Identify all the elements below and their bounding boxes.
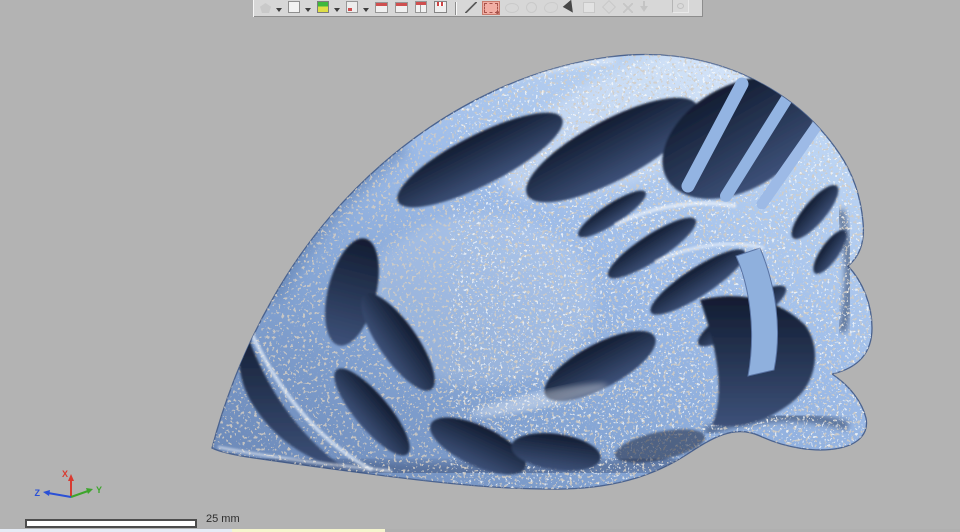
pages-tool-glyph [415,1,427,13]
clear-selection-tool-glyph [623,3,633,13]
ellipse-select-tool-icon[interactable] [503,1,521,15]
align-back-tool-glyph [395,2,408,13]
line-select-tool-glyph [465,2,477,13]
visibility-tool-icon[interactable] [670,0,691,15]
expand-selection-tool-icon[interactable] [638,0,651,15]
axis-z: Z [35,488,72,498]
shaded-box-tool-dropdown[interactable] [334,8,340,12]
circle-select-tool-glyph [526,2,537,13]
align-back-tool-icon[interactable] [393,0,410,15]
expand-selection-tool-glyph [640,1,649,13]
toolbar-separator [455,2,457,15]
axis-y-label: Y [96,485,102,495]
circle-select-tool-icon[interactable] [524,0,539,15]
3d-viewport[interactable]: X Y Z 25 mm [0,0,960,532]
axis-y: Y [70,485,102,498]
scale-bar-label: 25 mm [206,513,240,525]
box-tool-icon[interactable] [286,0,302,15]
toolbar [253,0,703,17]
diamond-select-tool-glyph [601,0,617,15]
helmet-model[interactable] [0,0,960,532]
edit-region-tool-glyph [583,2,595,13]
region-tool-dropdown[interactable] [363,8,369,12]
line-select-tool-icon[interactable] [463,0,479,15]
pick-tool-glyph [562,0,579,16]
diamond-select-tool-icon[interactable] [600,0,618,15]
visibility-tool-glyph [672,0,689,13]
axis-x: X [62,469,74,497]
shaded-box-tool-icon[interactable] [315,0,331,15]
polygon-tool-dropdown[interactable] [276,8,282,12]
align-front-tool-glyph [375,2,388,13]
box-tool-glyph [288,1,300,13]
save-tool-glyph [434,1,447,13]
box-tool-dropdown[interactable] [305,8,311,12]
polygon-tool-glyph [260,3,271,13]
lasso-select-tool-icon[interactable] [542,0,560,15]
rectangle-select-tool-icon[interactable] [482,1,500,15]
axis-z-label: Z [35,488,41,498]
application-window: X Y Z 25 mm [0,0,960,532]
save-tool-icon[interactable] [432,0,449,15]
scale-bar [25,519,197,528]
axis-x-label: X [62,469,68,479]
edit-region-tool-icon[interactable] [581,0,597,15]
pick-tool-icon[interactable] [562,0,579,16]
ellipse-select-tool-glyph [505,3,519,13]
shaded-box-tool-glyph [317,1,329,13]
align-front-tool-icon[interactable] [373,0,390,15]
axis-triad: X Y Z [35,469,103,498]
pages-tool-icon[interactable] [413,0,429,15]
rectangle-select-tool-glyph [484,3,499,14]
region-tool-icon[interactable] [344,0,360,15]
region-tool-glyph [346,1,358,13]
clear-selection-tool-icon[interactable] [621,1,635,15]
polygon-tool-icon[interactable] [258,1,273,15]
lasso-select-tool-glyph [544,2,558,13]
